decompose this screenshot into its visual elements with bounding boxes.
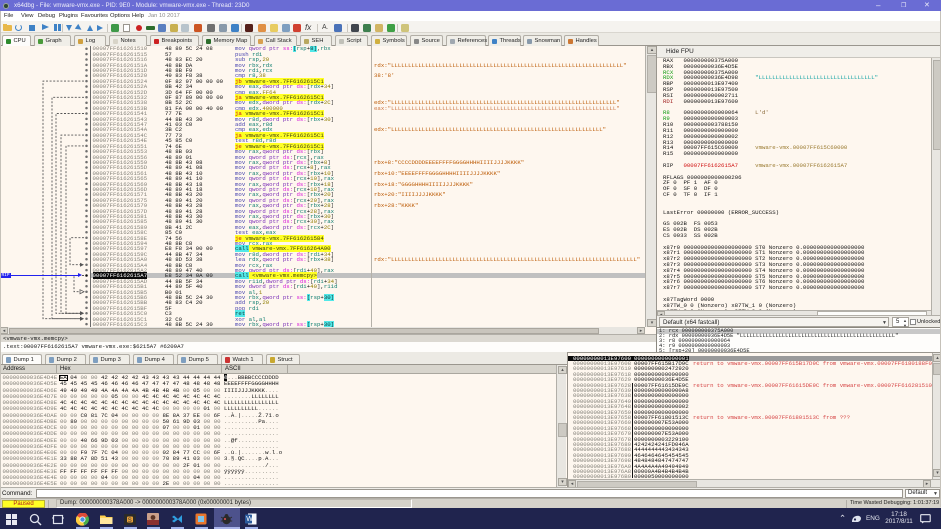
svg-text:W: W: [246, 516, 253, 523]
svg-text:S: S: [128, 517, 132, 523]
